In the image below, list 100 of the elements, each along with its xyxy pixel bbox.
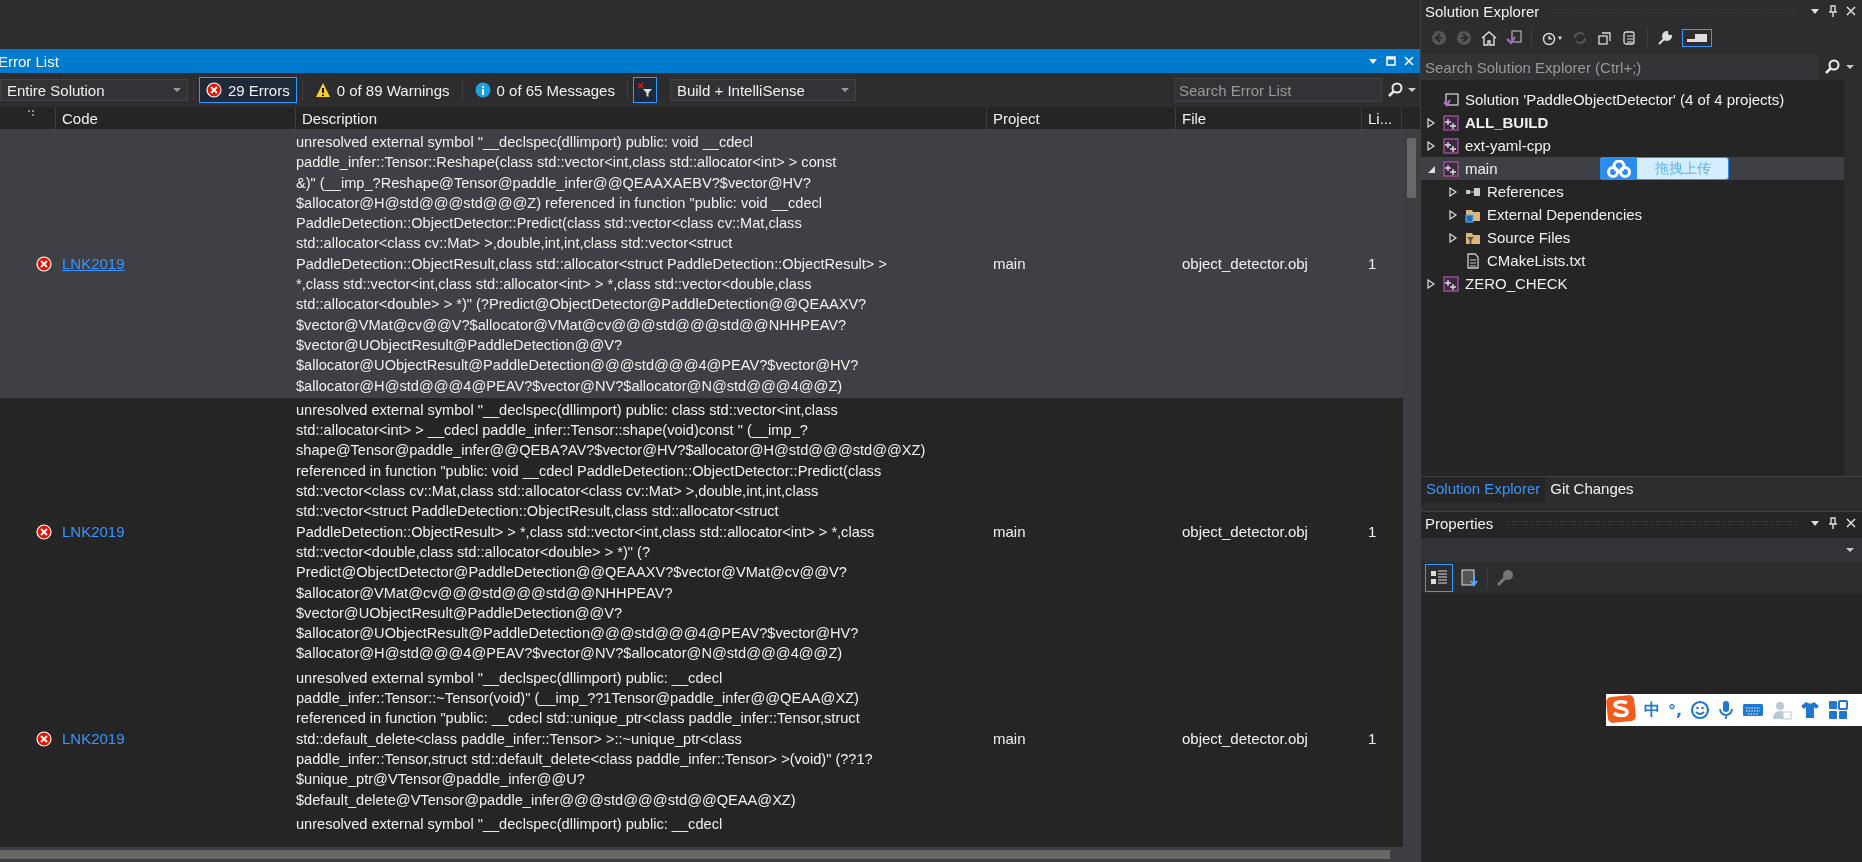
table-row[interactable]: unresolved external symbol "__declspec(dllimport) public: __cdecl bbox=[0, 811, 1403, 837]
warning-icon bbox=[314, 82, 331, 98]
error-icon bbox=[206, 82, 222, 98]
column-header[interactable]: Project bbox=[987, 107, 1176, 129]
wrench-icon[interactable] bbox=[1657, 30, 1673, 46]
table-cell-text: unresolved external symbol "__declspec(dllimport) public: __cdecl bbox=[296, 814, 723, 834]
column-header[interactable]: Code bbox=[56, 107, 296, 129]
keyboard-icon[interactable] bbox=[1742, 702, 1765, 718]
pin-icon[interactable] bbox=[1828, 5, 1838, 17]
collapsed-arrow-icon[interactable] bbox=[1448, 232, 1458, 243]
preview-toggle-button[interactable] bbox=[1682, 29, 1712, 47]
tree-item[interactable]: Solution 'PaddleObjectDetector' (4 of 4 projects) bbox=[1421, 88, 1844, 111]
table-cell: object_detector.obj bbox=[1182, 730, 1308, 748]
panel-title: Properties bbox=[1425, 514, 1494, 532]
sort-alphabetical-icon[interactable] bbox=[1461, 569, 1479, 587]
grid-icon[interactable] bbox=[1828, 700, 1849, 720]
column-header[interactable]: Li... bbox=[1362, 107, 1402, 129]
collapsed-arrow-icon[interactable] bbox=[1448, 209, 1458, 220]
collapse-all-icon[interactable] bbox=[1597, 30, 1613, 46]
table-cell-text: unresolved external symbol "__declspec(dllimport) public: __cdecl paddle_infer::Tensor::~Tensor(void)" (__imp_??1Tensor@paddle_infer@@QEAA@XZ) referenced in function "public: __cdecl std::unique_ptr<class paddle_infer::Tensor,struct std::default_delete<class paddle_infer::Tensor> >::~unique_ptr<class paddle_infer::Tensor,struct std::default_delete<class paddle_infer::Tensor> >(void)" (??1? $unique_ptr@VTensor@paddle_infer@@U? $default_delete@VTensor@paddle_infer@@@std@@@std@@QEAA@XZ) bbox=[296, 668, 873, 810]
shirt-icon[interactable] bbox=[1800, 700, 1821, 720]
error-icon bbox=[36, 523, 52, 540]
tree-item[interactable]: Source Files bbox=[1421, 226, 1844, 249]
error-code-link[interactable]: LNK2019 bbox=[62, 523, 125, 541]
table-cell-text: unresolved external symbol "__declspec(dllimport) public: void __cdecl paddle_infer::Tensor::Reshape(class std::vector<int,class std::allocator<int> > const &)" (__imp_?Reshape@Tensor@paddle_infer@@QEAAXAEBV?$vector@HV? $allocator@H@std@@@std@@@Z) referenced in function "public: void __cdecl PaddleDetection::ObjectDetector::Predict(class std::vector<class cv::Mat,class std::allocator<class cv::Mat> >,double,int,int,class std::vector<struct PaddleDetection::ObjectResult,class std::allocator<struct PaddleDetection::ObjectResult> > *,class std::vector<int,class std::allocator<int> > *,class std::vector<double,class std::allocator<double> > *)" (?Predict@ObjectDetector@PaddleDetection@@QEAAXV? $vector@VMat@cv@@V?$allocator@VMat@cv@@@std@@@std@@NHHPEAV? $vector@UObjectResult@PaddleDetection@@V? $allocator@UObjectResult@PaddleDetection@@@std@@@4@PEAV?$vector@HV? $allocator@H@std@@@4@PEAV?$vector@NV?$allocator@N@std@@@4@@Z) bbox=[296, 133, 887, 396]
ime-mode-toggle[interactable]: 中 bbox=[1644, 699, 1660, 721]
tree-item[interactable]: ZERO_CHECK bbox=[1421, 272, 1844, 295]
collapsed-arrow-icon[interactable] bbox=[1448, 186, 1458, 197]
categorized-icon bbox=[1430, 569, 1448, 587]
project-icon bbox=[1443, 114, 1459, 131]
dropdown-icon[interactable] bbox=[1810, 518, 1820, 528]
key-icon[interactable] bbox=[1496, 569, 1514, 587]
file-icon bbox=[1465, 252, 1481, 269]
sort-grip-icon bbox=[27, 110, 34, 116]
tree-item[interactable]: ALL_BUILD bbox=[1421, 111, 1844, 134]
info-icon bbox=[474, 82, 491, 98]
clear-filter-button[interactable] bbox=[632, 77, 657, 103]
close-icon[interactable] bbox=[1846, 6, 1856, 16]
preview-icon bbox=[1687, 34, 1707, 42]
table-cell: main bbox=[993, 730, 1026, 748]
upload-label: 拖拽上传 bbox=[1653, 158, 1712, 178]
home-icon[interactable] bbox=[1481, 30, 1497, 46]
column-header[interactable]: Description bbox=[296, 107, 987, 129]
table-row[interactable] bbox=[0, 130, 1403, 398]
ime-logo-icon[interactable] bbox=[1606, 695, 1636, 723]
tree-item[interactable]: References bbox=[1421, 180, 1844, 203]
dropdown-icon bbox=[1846, 546, 1854, 554]
panel-tab[interactable]: Git Changes bbox=[1545, 477, 1639, 503]
collapsed-arrow-icon[interactable] bbox=[1426, 140, 1436, 151]
dropdown-icon bbox=[840, 86, 849, 94]
table-cell: 1 bbox=[1368, 255, 1377, 273]
project-icon bbox=[1443, 160, 1459, 177]
dropdown-icon[interactable] bbox=[1846, 63, 1854, 71]
dropdown-icon[interactable] bbox=[1408, 86, 1416, 94]
scrollbar[interactable] bbox=[1403, 130, 1420, 847]
filter-warning-button[interactable]: 0 of 89 Warnings bbox=[307, 77, 457, 103]
collapsed-arrow-icon[interactable] bbox=[1426, 117, 1436, 128]
microphone-icon[interactable] bbox=[1718, 700, 1735, 720]
project-icon bbox=[1443, 275, 1459, 292]
pin-icon[interactable] bbox=[1828, 517, 1838, 529]
table-cell-text: unresolved external symbol "__declspec(dllimport) public: class std::vector<int,class std::allocator<int> > __cdecl paddle_infer::Tensor::shape(void)const " (__imp_? shape@Tensor@paddle_infer@@QEBA?AV?$vector@HV?$allocator@H@std@@@std@@XZ) referenced in function "public: void __cdecl PaddleDetection::ObjectDetector::Predict(class std::vector<class cv::Mat,class std::allocator<class cv::Mat> >,double,int,int,class std::vector<struct PaddleDetection::ObjectResult,class std::allocator<struct PaddleDetection::ObjectResult> > *,class std::vector<int,class std::allocator<int> > *,class std::vector<double,class std::allocator<double> > *)" (? Predict@ObjectDetector@PaddleDetection@@QEAAXV?$vector@VMat@cv@@V? $allocator@VMat@cv@@@std@@@std@@NHHPEAV? $vector@UObjectResult@PaddleDetection@@V? $allocator@UObjectResult@PaddleDetection@@@std@@@4@PEAV?$vector@HV? $allocator@H@std@@@4@PEAV?$vector@NV?$allocator@N@std@@@4@@Z) bbox=[296, 400, 926, 664]
filter-message-button[interactable]: 0 of 65 Messages bbox=[467, 77, 622, 103]
smiley-icon[interactable] bbox=[1690, 700, 1711, 720]
table-cell: object_detector.obj bbox=[1182, 255, 1308, 273]
scrollbar[interactable] bbox=[0, 847, 1420, 862]
filter-icon bbox=[636, 82, 653, 98]
tree-item[interactable]: External Dependencies bbox=[1421, 203, 1844, 226]
table-cell: 1 bbox=[1368, 730, 1377, 748]
history-icon[interactable] bbox=[1541, 30, 1563, 46]
scope-dropdown[interactable]: Entire Solution bbox=[0, 79, 188, 101]
error-icon bbox=[36, 730, 52, 747]
error-icon bbox=[36, 255, 52, 272]
solution-icon bbox=[1443, 91, 1459, 108]
categorized-button[interactable] bbox=[1425, 564, 1453, 592]
solution-switch-icon[interactable] bbox=[1506, 30, 1522, 46]
panel-title: Solution Explorer bbox=[1425, 2, 1540, 20]
project-icon bbox=[1443, 137, 1459, 154]
table-cell: main bbox=[993, 523, 1026, 541]
panel-title: Error List bbox=[0, 52, 59, 70]
copy-icon[interactable] bbox=[1622, 30, 1638, 46]
table-cell: 1 bbox=[1368, 523, 1377, 541]
search-icon[interactable] bbox=[1387, 82, 1403, 98]
tree-item[interactable]: CMakeLists.txt bbox=[1421, 249, 1844, 272]
panel-tab[interactable]: Solution Explorer bbox=[1421, 477, 1546, 503]
punctuation-toggle[interactable]: °, bbox=[1668, 700, 1683, 720]
error-code-link[interactable]: LNK2019 bbox=[62, 730, 125, 748]
table-cell: object_detector.obj bbox=[1182, 523, 1308, 541]
dropdown-icon bbox=[173, 86, 181, 94]
tree-item[interactable]: ext-yaml-cpp bbox=[1421, 134, 1844, 157]
column-header[interactable]: File bbox=[1176, 107, 1362, 129]
close-icon[interactable] bbox=[1846, 518, 1856, 528]
maximize-icon[interactable] bbox=[1386, 56, 1396, 66]
source-dropdown[interactable]: Build + IntelliSense bbox=[669, 79, 856, 101]
table-cell: main bbox=[993, 255, 1026, 273]
dropdown-icon[interactable] bbox=[1810, 6, 1820, 16]
filter-error-button[interactable]: 29 Errors bbox=[199, 77, 297, 103]
collapsed-arrow-icon[interactable] bbox=[1426, 278, 1436, 289]
search-field[interactable]: Search Solution Explorer (Ctrl+;) bbox=[1421, 54, 1818, 80]
search-field[interactable]: Search Error List bbox=[1174, 78, 1382, 102]
search-icon bbox=[1824, 59, 1840, 75]
